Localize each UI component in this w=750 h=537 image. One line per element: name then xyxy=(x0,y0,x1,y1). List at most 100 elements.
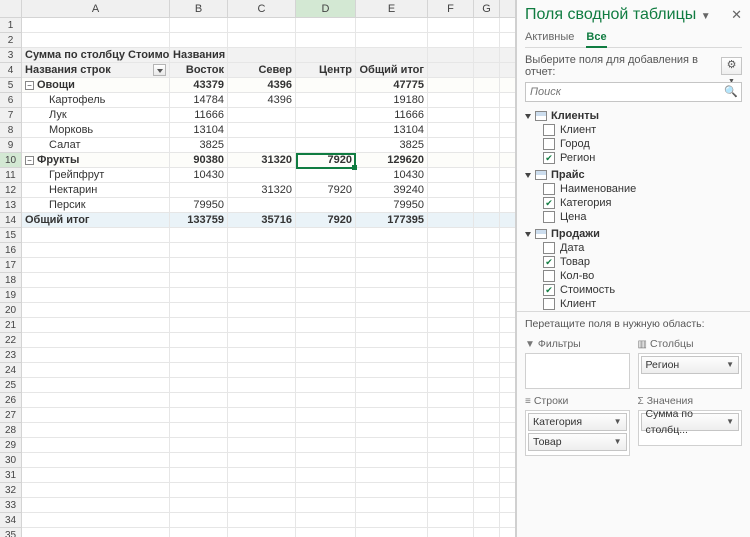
zone-filters[interactable]: ▼ Фильтры xyxy=(525,338,630,389)
cell[interactable] xyxy=(474,438,500,453)
row-header-7[interactable]: 7 xyxy=(0,108,21,123)
zone-item[interactable]: Сумма по столбц...▼ xyxy=(641,413,740,431)
cell[interactable] xyxy=(170,408,228,423)
cell[interactable] xyxy=(170,243,228,258)
cell[interactable] xyxy=(428,333,474,348)
cell[interactable] xyxy=(428,183,474,198)
cell[interactable]: 79950 xyxy=(170,198,228,213)
cell[interactable] xyxy=(296,303,356,318)
row-header-8[interactable]: 8 xyxy=(0,123,21,138)
cell[interactable] xyxy=(296,123,356,138)
cell[interactable]: 129620 xyxy=(356,153,428,168)
cell[interactable] xyxy=(474,348,500,363)
cell[interactable] xyxy=(22,33,170,48)
cell[interactable] xyxy=(474,243,500,258)
field-item[interactable]: Стоимость xyxy=(525,283,742,297)
checkbox[interactable] xyxy=(543,298,555,310)
cell[interactable] xyxy=(428,513,474,528)
cell[interactable] xyxy=(296,483,356,498)
select-all-corner[interactable] xyxy=(0,0,22,17)
checkbox[interactable] xyxy=(543,284,555,296)
cell[interactable]: 14784 xyxy=(170,93,228,108)
cell[interactable] xyxy=(170,258,228,273)
cell[interactable] xyxy=(474,333,500,348)
cell[interactable] xyxy=(228,438,296,453)
cell[interactable] xyxy=(22,498,170,513)
row-header-3[interactable]: 3 xyxy=(0,48,21,63)
col-header-a[interactable]: A xyxy=(22,0,170,17)
cell[interactable] xyxy=(296,348,356,363)
cell[interactable] xyxy=(296,108,356,123)
cell[interactable] xyxy=(296,468,356,483)
field-item[interactable]: Город xyxy=(525,137,742,151)
cell[interactable] xyxy=(356,453,428,468)
cell[interactable] xyxy=(474,213,500,228)
cell[interactable] xyxy=(22,453,170,468)
cell[interactable] xyxy=(296,333,356,348)
cell[interactable]: 43379 xyxy=(170,78,228,93)
cell[interactable]: Салат xyxy=(22,138,170,153)
cell[interactable] xyxy=(296,258,356,273)
cell[interactable] xyxy=(428,48,474,63)
cell[interactable] xyxy=(428,528,474,537)
cell[interactable] xyxy=(474,48,500,63)
cell[interactable]: Восток xyxy=(170,63,228,78)
cell[interactable] xyxy=(22,513,170,528)
cell[interactable] xyxy=(296,138,356,153)
cell[interactable] xyxy=(296,423,356,438)
cell[interactable] xyxy=(428,273,474,288)
cell[interactable] xyxy=(228,513,296,528)
checkbox[interactable] xyxy=(543,152,555,164)
cell[interactable] xyxy=(170,273,228,288)
cell[interactable] xyxy=(474,423,500,438)
cell[interactable] xyxy=(356,483,428,498)
cell[interactable] xyxy=(428,303,474,318)
cell[interactable] xyxy=(474,18,500,33)
cell[interactable] xyxy=(296,288,356,303)
cell[interactable] xyxy=(228,243,296,258)
cell[interactable] xyxy=(296,78,356,93)
cell[interactable]: Названия с xyxy=(170,48,228,63)
cell[interactable] xyxy=(356,228,428,243)
cell[interactable]: 7920 xyxy=(296,213,356,228)
cell[interactable] xyxy=(356,333,428,348)
tab-all[interactable]: Все xyxy=(586,28,606,48)
cell[interactable] xyxy=(170,348,228,363)
cell[interactable] xyxy=(296,393,356,408)
row-header-4[interactable]: 4 xyxy=(0,63,21,78)
cell[interactable]: 3825 xyxy=(170,138,228,153)
cell[interactable] xyxy=(428,378,474,393)
cell[interactable] xyxy=(356,468,428,483)
cell[interactable] xyxy=(296,438,356,453)
checkbox[interactable] xyxy=(543,211,555,223)
cell[interactable] xyxy=(170,438,228,453)
cell[interactable] xyxy=(228,108,296,123)
cell[interactable]: 133759 xyxy=(170,213,228,228)
cell[interactable] xyxy=(228,258,296,273)
cell[interactable] xyxy=(356,423,428,438)
cell[interactable]: Лук xyxy=(22,108,170,123)
cell[interactable] xyxy=(22,393,170,408)
cell[interactable] xyxy=(22,258,170,273)
tab-active[interactable]: Активные xyxy=(525,28,574,47)
cell[interactable] xyxy=(170,498,228,513)
row-header-20[interactable]: 20 xyxy=(0,303,21,318)
cell[interactable]: Нектарин xyxy=(22,183,170,198)
cell[interactable] xyxy=(474,363,500,378)
checkbox[interactable] xyxy=(543,124,555,136)
row-header-27[interactable]: 27 xyxy=(0,408,21,423)
cell[interactable] xyxy=(170,468,228,483)
cell[interactable]: 4396 xyxy=(228,93,296,108)
chevron-down-icon[interactable]: ▼ xyxy=(614,434,622,450)
cell[interactable] xyxy=(474,513,500,528)
cell[interactable] xyxy=(428,228,474,243)
field-item[interactable]: Товар xyxy=(525,255,742,269)
cell[interactable] xyxy=(428,153,474,168)
cell[interactable] xyxy=(170,513,228,528)
cell[interactable] xyxy=(170,318,228,333)
cell[interactable]: 7920 xyxy=(296,153,356,168)
field-item[interactable]: Категория xyxy=(525,196,742,210)
cell[interactable] xyxy=(474,78,500,93)
cell[interactable] xyxy=(228,468,296,483)
cell[interactable] xyxy=(228,318,296,333)
